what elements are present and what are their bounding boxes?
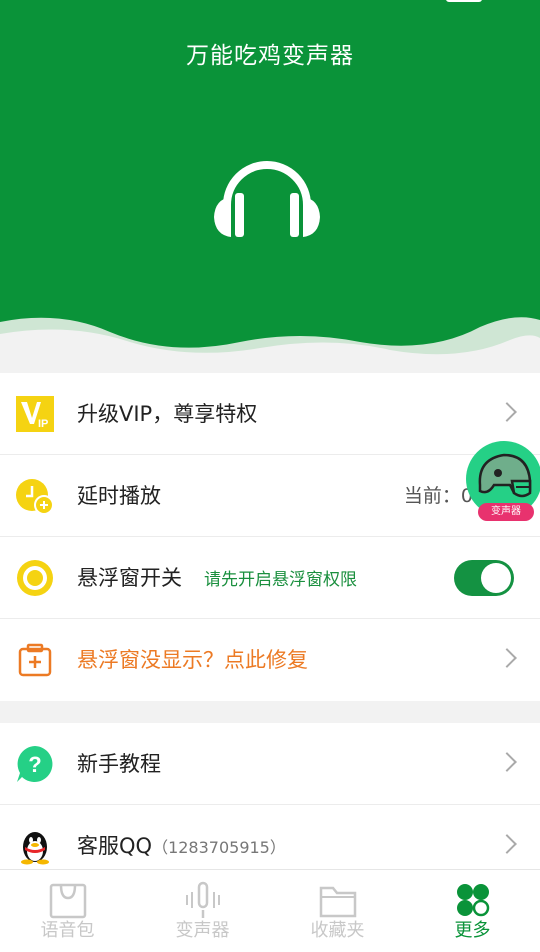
float-window-label: 悬浮窗开关 请先开启悬浮窗权限 <box>77 537 357 619</box>
tab-more[interactable]: 更多 <box>405 870 540 952</box>
microphone-wave-icon <box>185 881 220 918</box>
delay-play-row[interactable]: 延时播放 当前：0秒 <box>0 455 540 537</box>
chevron-right-icon <box>497 834 517 854</box>
help-icon: ? <box>15 744 55 784</box>
tab-label-favorites: 收藏夹 <box>310 920 365 941</box>
tab-label-more: 更多 <box>454 920 491 941</box>
headphone-icon <box>214 161 320 237</box>
tutorial-row[interactable]: ? 新手教程 <box>0 723 540 805</box>
tab-label-voice-changer: 变声器 <box>175 920 230 941</box>
float-window-icon <box>15 558 55 598</box>
chevron-right-icon <box>497 648 517 668</box>
float-tag: 变声器 <box>478 503 534 521</box>
bottom-tab-bar: 语音包 变声器 收藏夹 更多 <box>0 869 540 952</box>
float-repair-label: 悬浮窗没显示？点此修复 <box>77 648 308 672</box>
folder-icon <box>319 886 356 918</box>
float-window-title: 悬浮窗开关 <box>77 566 182 590</box>
floating-voice-changer-ball[interactable]: 变声器 <box>466 441 540 523</box>
svg-text:IP: IP <box>38 418 48 430</box>
tab-voice-changer[interactable]: 变声器 <box>135 870 270 952</box>
vip-row[interactable]: IP 升级VIP，尊享特权 <box>0 373 540 455</box>
header: 万能吃鸡变声器 <box>0 0 540 372</box>
status-bar-fragment <box>446 0 482 2</box>
settings-list: IP 升级VIP，尊享特权 延时播放 当前：0秒 悬浮窗开关 请先开启悬浮窗权限 <box>0 373 540 701</box>
qq-number: （1283705915） <box>152 838 286 857</box>
clover-icon <box>456 884 489 917</box>
tutorial-label: 新手教程 <box>77 752 161 776</box>
float-permission-hint: 请先开启悬浮窗权限 <box>204 570 357 590</box>
float-window-toggle[interactable] <box>454 560 514 596</box>
svg-text:?: ? <box>28 752 41 777</box>
help-list: ? 新手教程 客服QQ（1283705915） <box>0 723 540 887</box>
tab-label-voice-pack: 语音包 <box>40 920 95 941</box>
tab-favorites[interactable]: 收藏夹 <box>270 870 405 952</box>
toggle-knob <box>481 563 511 593</box>
qq-penguin-icon <box>15 826 55 866</box>
delay-play-label: 延时播放 <box>77 484 161 508</box>
vip-label: 升级VIP，尊享特权 <box>77 402 258 426</box>
chevron-right-icon <box>497 752 517 772</box>
page-title: 万能吃鸡变声器 <box>186 43 354 69</box>
chevron-right-icon <box>497 402 517 422</box>
support-qq-title: 客服QQ <box>77 834 153 858</box>
repair-icon <box>15 640 55 680</box>
tab-voice-pack[interactable]: 语音包 <box>0 870 135 952</box>
vip-icon: IP <box>15 394 55 434</box>
float-window-row: 悬浮窗开关 请先开启悬浮窗权限 <box>0 537 540 619</box>
shopping-bag-icon <box>49 883 86 919</box>
clock-icon <box>15 476 55 516</box>
float-repair-row[interactable]: 悬浮窗没显示？点此修复 <box>0 619 540 701</box>
wave-decoration <box>0 317 540 372</box>
